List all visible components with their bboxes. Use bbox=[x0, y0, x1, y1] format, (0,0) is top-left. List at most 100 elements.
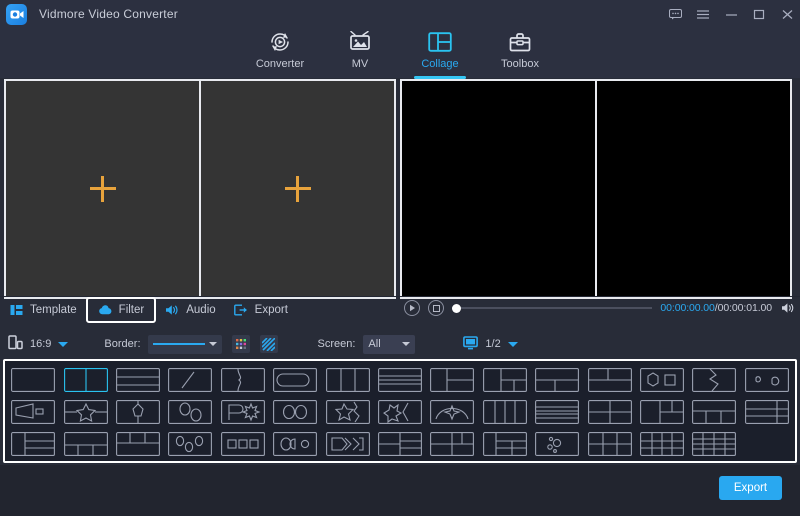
chevron-down-icon[interactable] bbox=[508, 342, 518, 347]
tab-audio[interactable]: Audio bbox=[156, 298, 224, 322]
toolbox-icon bbox=[508, 29, 532, 55]
template-16-megaphone[interactable] bbox=[7, 396, 59, 428]
nav-item-converter[interactable]: Converter bbox=[240, 28, 320, 78]
template-6-rounded-inset[interactable] bbox=[269, 364, 321, 396]
template-41-bubbles[interactable] bbox=[531, 428, 583, 460]
nav-label: Collage bbox=[421, 58, 458, 70]
template-17-star-top[interactable] bbox=[59, 396, 111, 428]
template-24-arch-star[interactable] bbox=[426, 396, 478, 428]
total-time: 00:00:01.00 bbox=[718, 302, 772, 314]
template-21-two-circles[interactable] bbox=[269, 396, 321, 428]
add-media-cell-right[interactable] bbox=[199, 81, 394, 297]
template-7-three-columns[interactable] bbox=[321, 364, 373, 396]
current-time: 00:00:00.00 bbox=[660, 302, 714, 314]
tab-filter[interactable]: Filter bbox=[86, 297, 157, 323]
collage-icon bbox=[428, 29, 452, 55]
template-25-four-columns[interactable] bbox=[479, 396, 531, 428]
footer-bar: Export bbox=[0, 465, 800, 516]
template-5-curve-split[interactable] bbox=[217, 364, 269, 396]
template-27-quad[interactable] bbox=[583, 396, 635, 428]
screen-label: Screen: bbox=[318, 338, 356, 350]
nav-item-toolbox[interactable]: Toolbox bbox=[480, 28, 560, 78]
screen-filter: Screen: All bbox=[318, 335, 416, 354]
aspect-ratio-selector[interactable]: 16:9 bbox=[8, 335, 68, 353]
template-40-six-mixed[interactable] bbox=[479, 428, 531, 460]
seek-handle[interactable] bbox=[452, 304, 461, 313]
play-icon[interactable] bbox=[404, 300, 420, 316]
template-37-arrows[interactable] bbox=[321, 428, 373, 460]
border-controls: Border: bbox=[104, 335, 277, 354]
template-11-top-two-bottom[interactable] bbox=[531, 364, 583, 396]
border-label: Border: bbox=[104, 338, 140, 350]
border-style-select[interactable] bbox=[148, 335, 222, 354]
page-selector[interactable]: 1/2 bbox=[463, 336, 517, 353]
volume-icon[interactable] bbox=[780, 302, 796, 314]
template-31-left-col-right-rows[interactable] bbox=[7, 428, 59, 460]
menu-icon[interactable] bbox=[696, 7, 710, 21]
page-value: 1/2 bbox=[485, 338, 500, 350]
template-2-two-vertical[interactable] bbox=[59, 364, 111, 396]
border-pattern-icon[interactable] bbox=[260, 335, 278, 353]
template-4-diagonal-split[interactable] bbox=[164, 364, 216, 396]
screen-value: All bbox=[368, 338, 380, 350]
nav-item-collage[interactable]: Collage bbox=[400, 28, 480, 78]
border-style-preview bbox=[153, 343, 205, 345]
tab-export[interactable]: Export bbox=[225, 298, 297, 322]
template-10-left-big-right-two[interactable] bbox=[479, 364, 531, 396]
tab-label: Template bbox=[30, 304, 77, 316]
template-8-three-rows[interactable] bbox=[374, 364, 426, 396]
template-20-flag-sun[interactable] bbox=[217, 396, 269, 428]
template-44-nine-mixed[interactable] bbox=[688, 428, 740, 460]
minimize-icon[interactable] bbox=[724, 7, 738, 21]
timecode: 00:00:00.00/00:00:01.00 bbox=[660, 302, 772, 314]
window-controls bbox=[668, 0, 794, 28]
player-controls: 00:00:00.00/00:00:01.00 bbox=[404, 296, 796, 320]
template-15-two-hearts[interactable] bbox=[741, 364, 793, 396]
screen-select[interactable]: All bbox=[363, 335, 415, 354]
template-29-top-wide-bottom-two[interactable] bbox=[688, 396, 740, 428]
feedback-icon[interactable] bbox=[668, 7, 682, 21]
template-39-five-grid[interactable] bbox=[426, 428, 478, 460]
template-43-eight-grid[interactable] bbox=[636, 428, 688, 460]
template-36-circle-trio[interactable] bbox=[269, 428, 321, 460]
template-22-star-right[interactable] bbox=[321, 396, 373, 428]
converter-icon bbox=[268, 29, 292, 55]
app-title: Vidmore Video Converter bbox=[39, 7, 178, 21]
template-9-left-two-right[interactable] bbox=[426, 364, 478, 396]
nav-item-mv[interactable]: MV bbox=[320, 28, 400, 78]
stop-icon[interactable] bbox=[428, 300, 444, 316]
template-34-three-ovals[interactable] bbox=[164, 428, 216, 460]
tab-template[interactable]: Template bbox=[0, 298, 86, 322]
template-19-two-ovals[interactable] bbox=[164, 396, 216, 428]
template-12-top-two-bottom-wide[interactable] bbox=[583, 364, 635, 396]
monitor-icon bbox=[463, 336, 478, 353]
template-42-six-grid[interactable] bbox=[583, 428, 635, 460]
template-35-three-squares[interactable] bbox=[217, 428, 269, 460]
tab-label: Audio bbox=[186, 304, 215, 316]
template-26-four-rows[interactable] bbox=[531, 396, 583, 428]
chevron-down-icon[interactable] bbox=[58, 342, 68, 347]
template-13-hex-square[interactable] bbox=[636, 364, 688, 396]
template-14-zigzag-split[interactable] bbox=[688, 364, 740, 396]
template-30-rows2-right-col[interactable] bbox=[741, 396, 793, 428]
plus-icon bbox=[90, 176, 116, 202]
maximize-icon[interactable] bbox=[752, 7, 766, 21]
mv-icon bbox=[348, 29, 372, 55]
export-button[interactable]: Export bbox=[719, 476, 782, 500]
title-bar: Vidmore Video Converter bbox=[0, 0, 800, 28]
template-18-pentagon-center[interactable] bbox=[112, 396, 164, 428]
template-38-five-mixed[interactable] bbox=[374, 428, 426, 460]
template-3-two-horizontal-top[interactable] bbox=[112, 364, 164, 396]
close-icon[interactable] bbox=[780, 7, 794, 21]
export-arrow-icon bbox=[234, 304, 249, 316]
template-23-burst-left[interactable] bbox=[374, 396, 426, 428]
seek-track bbox=[452, 307, 652, 309]
template-28-left-big-right-stack[interactable] bbox=[636, 396, 688, 428]
border-color-picker[interactable] bbox=[232, 335, 250, 353]
nav-label: Toolbox bbox=[501, 58, 539, 70]
template-1-single[interactable] bbox=[7, 364, 59, 396]
seek-slider[interactable] bbox=[452, 301, 652, 315]
template-33-top-two-bottom-wide2[interactable] bbox=[112, 428, 164, 460]
add-media-cell-left[interactable] bbox=[6, 81, 199, 297]
template-32-bottom-three[interactable] bbox=[59, 428, 111, 460]
